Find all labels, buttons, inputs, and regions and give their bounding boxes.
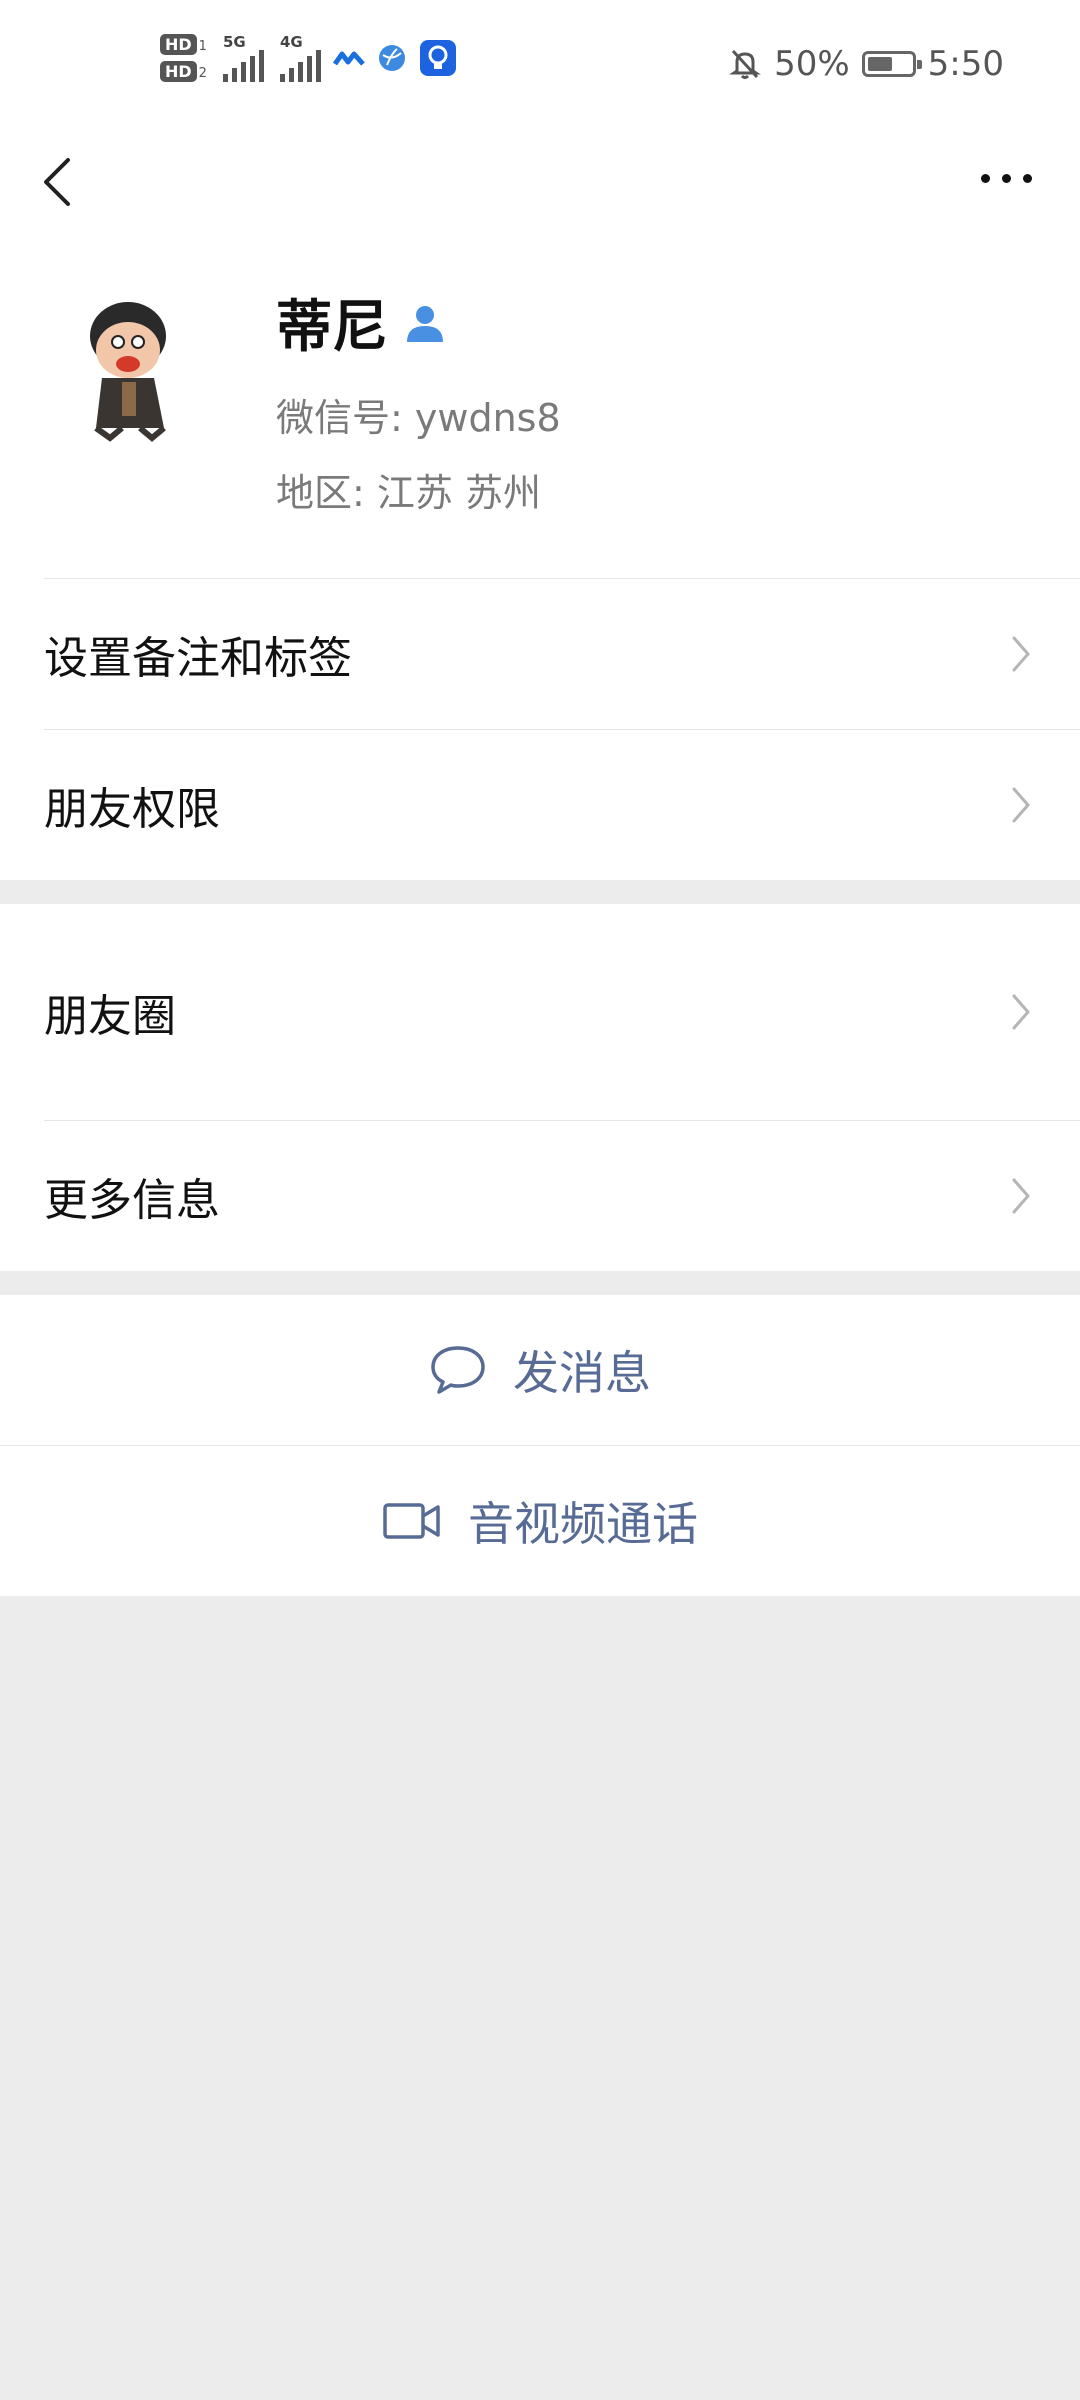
menu-item-label: 朋友圈 bbox=[44, 991, 176, 1042]
bulb-app-icon bbox=[419, 40, 456, 76]
avatar[interactable] bbox=[44, 278, 220, 454]
app-notify-icon bbox=[332, 51, 365, 66]
menu-item-more-info[interactable]: 更多信息 bbox=[0, 1121, 1080, 1271]
chat-bubble-icon bbox=[431, 1346, 485, 1394]
signal-bars-icon bbox=[279, 50, 321, 82]
bell-muted-icon bbox=[729, 49, 762, 79]
section-gap bbox=[0, 1271, 1080, 1295]
signal-bars-icon bbox=[222, 50, 264, 82]
av-call-button[interactable]: 音视频通话 bbox=[0, 1446, 1080, 1596]
clock: 5:50 bbox=[927, 44, 1004, 84]
status-bar: HD 1 HD 2 5G 4G 50% 5:50 bbox=[0, 0, 1080, 138]
hd2-sub: 2 bbox=[198, 66, 207, 81]
chevron-right-icon bbox=[1012, 636, 1030, 672]
profile-name: 蒂尼 bbox=[276, 295, 388, 360]
video-camera-icon bbox=[383, 1503, 440, 1539]
menu-item-label: 设置备注和标签 bbox=[44, 633, 352, 684]
profile-name-row: 蒂尼 bbox=[276, 282, 561, 363]
chevron-right-icon bbox=[1012, 1178, 1030, 1214]
signal-4g: 4G bbox=[279, 33, 321, 82]
menu-item-remarks-tags[interactable]: 设置备注和标签 bbox=[0, 579, 1080, 729]
av-call-label: 音视频通话 bbox=[468, 1497, 698, 1551]
profile-info: 蒂尼 微信号: ywdns8 地区: 江苏 苏州 bbox=[276, 282, 561, 517]
hd1-sub: 1 bbox=[198, 39, 207, 54]
menu-group-1: 设置备注和标签 朋友权限 bbox=[0, 578, 1080, 880]
profile-card: 蒂尼 微信号: ywdns8 地区: 江苏 苏州 bbox=[0, 238, 1080, 578]
chevron-left-icon[interactable] bbox=[38, 152, 78, 212]
signal-5g: 5G bbox=[222, 33, 264, 82]
browser-icon bbox=[378, 45, 405, 71]
battery-percent: 50% bbox=[774, 44, 850, 84]
menu-item-friend-permissions[interactable]: 朋友权限 bbox=[0, 730, 1080, 880]
action-group: 发消息 音视频通话 bbox=[0, 1295, 1080, 1596]
send-message-button[interactable]: 发消息 bbox=[0, 1295, 1080, 1445]
chevron-right-icon bbox=[1012, 994, 1030, 1030]
region: 地区: 江苏 苏州 bbox=[276, 471, 541, 515]
menu-item-label: 朋友权限 bbox=[44, 784, 220, 835]
status-right: 50% 5:50 bbox=[728, 44, 1004, 84]
menu-item-moments[interactable]: 朋友圈 bbox=[0, 904, 1080, 1120]
net2-label: 4G bbox=[279, 33, 303, 51]
more-dots-icon[interactable] bbox=[981, 174, 1032, 183]
nav-bar bbox=[0, 138, 1080, 238]
status-left: HD 1 HD 2 5G 4G bbox=[160, 34, 457, 82]
net1-label: 5G bbox=[222, 33, 246, 51]
contact-person-icon bbox=[407, 305, 443, 342]
hd2-badge: HD bbox=[160, 61, 197, 82]
wechat-id: 微信号: ywdns8 bbox=[276, 396, 561, 440]
battery-icon bbox=[861, 51, 922, 77]
send-message-label: 发消息 bbox=[513, 1346, 651, 1400]
section-gap bbox=[0, 880, 1080, 904]
chevron-right-icon bbox=[1012, 787, 1030, 823]
hd-indicators: HD 1 HD 2 bbox=[160, 34, 207, 82]
hd1-badge: HD bbox=[160, 34, 197, 55]
menu-item-label: 更多信息 bbox=[44, 1175, 220, 1226]
menu-group-2: 朋友圈 更多信息 bbox=[0, 904, 1080, 1271]
